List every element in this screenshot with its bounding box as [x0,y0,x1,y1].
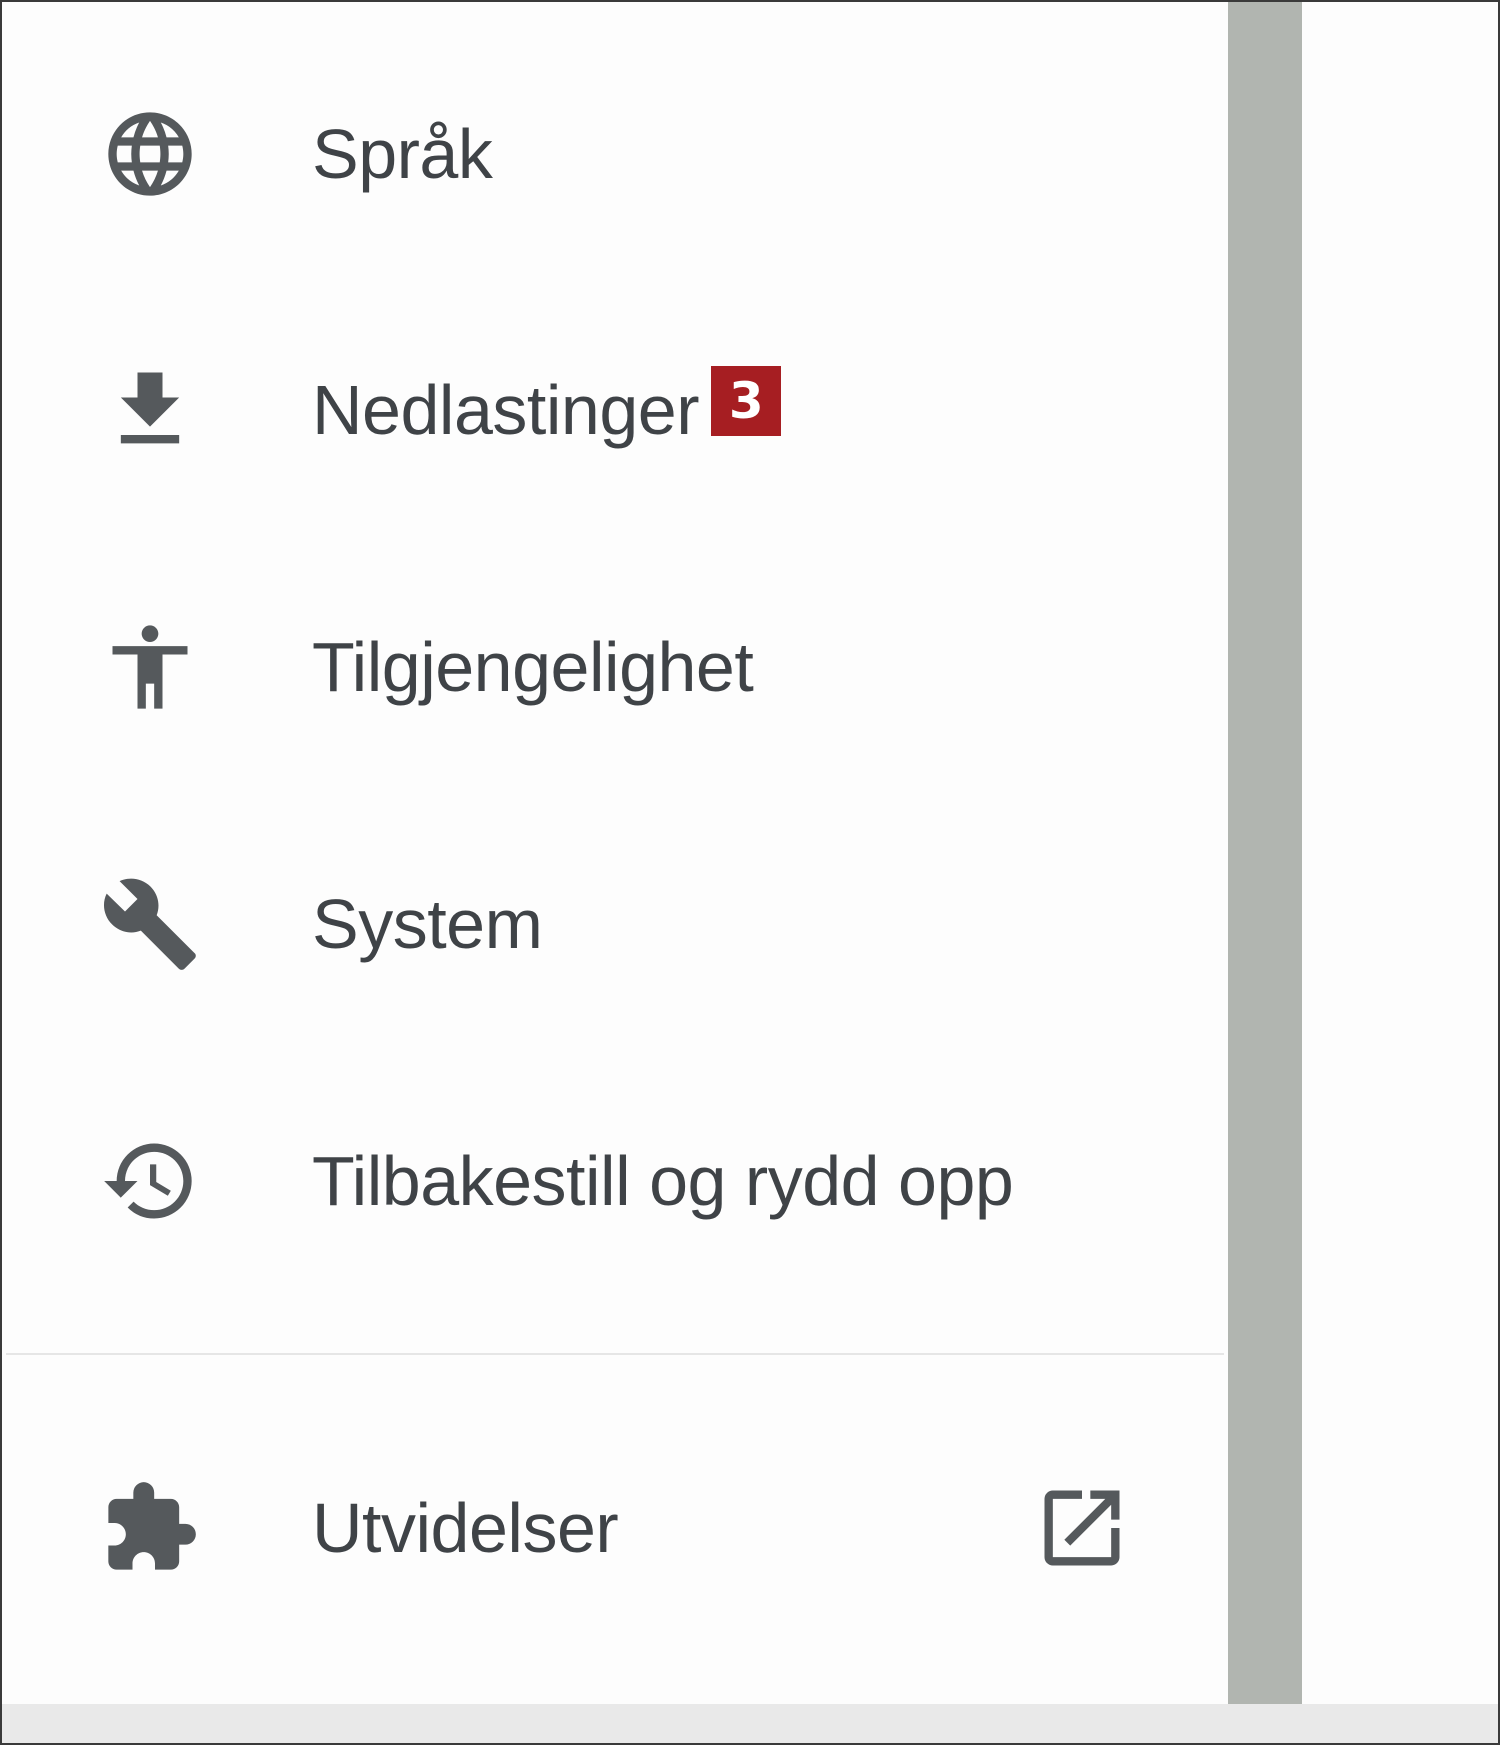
settings-panel: Språk Nedlastinger 3 Tilgjengelighet Syst… [0,0,1500,1745]
menu-item-label: System [312,885,543,963]
menu-item-label: Tilgjengelighet [312,628,754,706]
menu-item-accessibility[interactable]: Tilgjengelighet [2,567,1228,767]
history-icon [100,1131,200,1231]
puzzle-icon [100,1478,200,1578]
menu-item-language[interactable]: Språk [2,54,1228,254]
accessibility-icon [100,617,200,717]
menu-item-extensions[interactable]: Utvidelser [2,1428,1228,1628]
menu-item-label: Nedlastinger 3 [312,366,781,450]
downloads-count-badge: 3 [711,366,781,436]
menu-item-label: Utvidelser [312,1489,619,1567]
settings-menu: Språk Nedlastinger 3 Tilgjengelighet Syst… [2,2,1228,1704]
menu-item-reset[interactable]: Tilbakestill og rydd opp [2,1081,1228,1281]
menu-item-label: Tilbakestill og rydd opp [312,1142,1014,1220]
download-icon [100,360,200,460]
menu-item-label: Språk [312,115,493,193]
globe-icon [100,104,200,204]
menu-divider [6,1353,1224,1355]
vertical-scrollbar[interactable] [1228,2,1302,1704]
menu-item-system[interactable]: System [2,824,1228,1024]
menu-item-downloads[interactable]: Nedlastinger 3 [2,310,1228,510]
horizontal-scrollbar-track [2,1704,1498,1743]
open-in-new-icon [1032,1478,1132,1578]
wrench-icon [100,874,200,974]
